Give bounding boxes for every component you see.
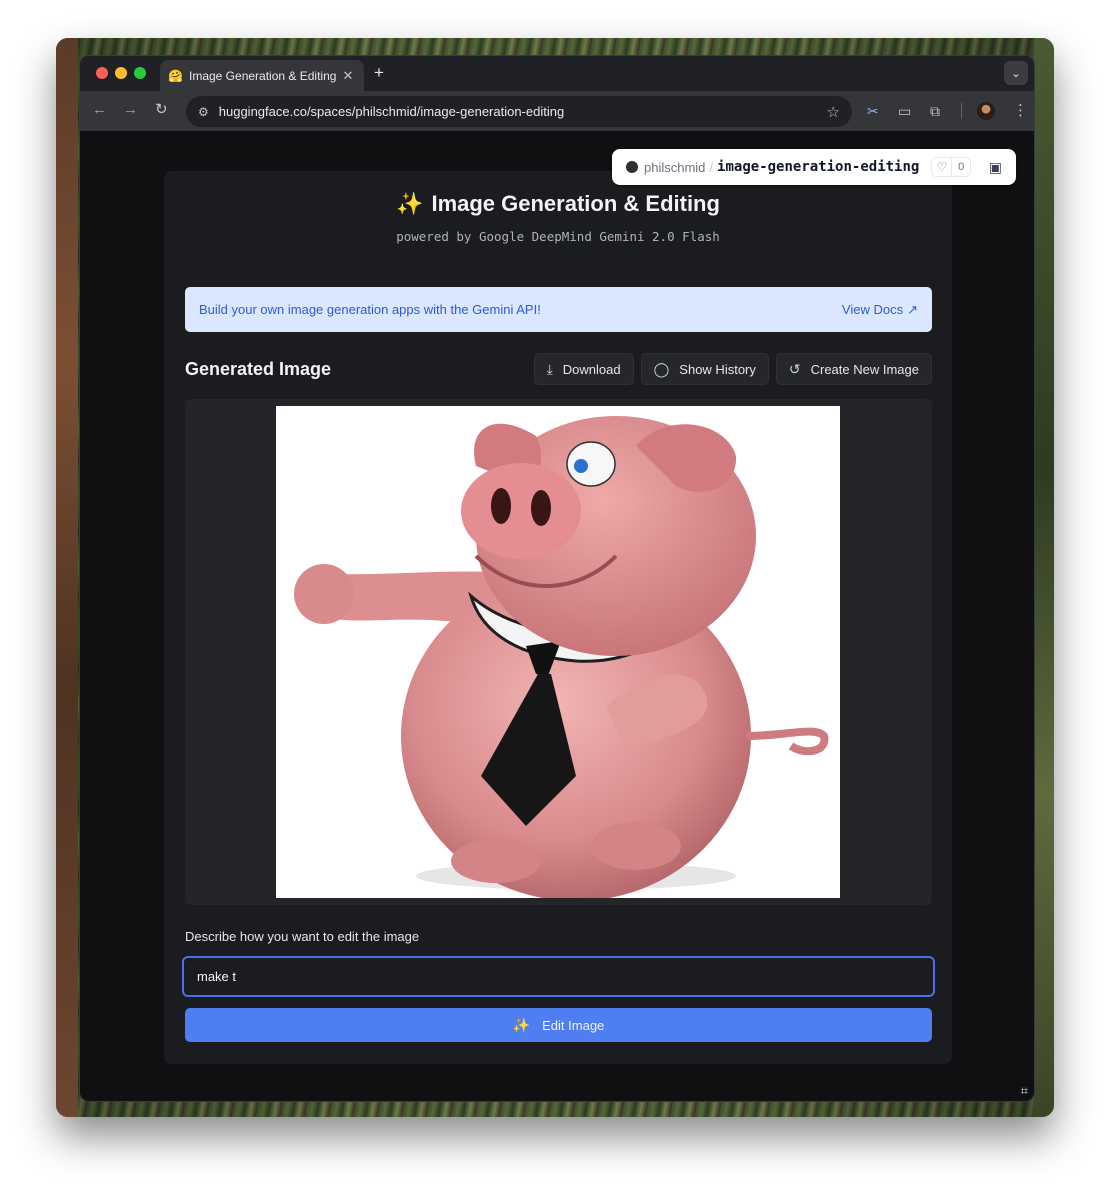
- back-arrow-icon[interactable]: ←: [92, 102, 107, 118]
- generated-image-panel: [185, 399, 932, 905]
- browser-toolbar: ← → ↻ ⚙ huggingface.co/spaces/philschmid…: [80, 91, 1034, 131]
- heart-icon: ♡: [932, 158, 953, 176]
- download-button[interactable]: ⤓ Download: [533, 353, 634, 385]
- extensions-puzzle-icon[interactable]: ⧉: [930, 103, 940, 119]
- image-actions: ⤓ Download ◯ Show History ↺ Create New I…: [533, 353, 932, 385]
- wallpaper-foliage: [1034, 38, 1054, 1117]
- show-history-label: Show History: [679, 361, 756, 377]
- chat-bubble-icon: ◯: [653, 360, 670, 377]
- like-count: 0: [958, 161, 965, 173]
- show-history-button[interactable]: ◯ Show History: [640, 353, 769, 385]
- wallpaper-tree-trunk: [56, 38, 78, 1117]
- create-new-image-button[interactable]: ↺ Create New Image: [775, 353, 932, 385]
- close-tab-icon[interactable]: ✕: [340, 68, 356, 84]
- hugging-face-icon: 🤗: [168, 68, 183, 83]
- view-docs-label: View Docs: [841, 302, 904, 317]
- new-tab-button[interactable]: +: [374, 64, 384, 82]
- cast-icon[interactable]: ▭: [898, 103, 911, 119]
- reload-icon[interactable]: ↻: [155, 102, 168, 118]
- address-bar[interactable]: ⚙ huggingface.co/spaces/philschmid/image…: [186, 96, 852, 127]
- generated-image: [276, 406, 840, 898]
- download-icon: ⤓: [546, 360, 553, 377]
- tab-strip: 🤗 Image Generation & Editing - ✕ + ⌄: [80, 56, 1034, 91]
- edit-prompt-label: Describe how you want to edit the image: [185, 929, 420, 944]
- create-new-image-label: Create New Image: [810, 361, 919, 377]
- app-card: ✨ Image Generation & Editing powered by …: [164, 171, 952, 1064]
- space-header-badge: philschmid / image-generation-editing ♡ …: [612, 149, 1016, 185]
- more-menu-icon[interactable]: ⋮: [1013, 101, 1028, 119]
- pig-illustration: [294, 416, 829, 898]
- browser-tab-active[interactable]: 🤗 Image Generation & Editing - ✕: [160, 60, 364, 91]
- view-docs-link[interactable]: View Docs ↗: [842, 302, 918, 318]
- maximize-window-button[interactable]: [134, 67, 146, 79]
- banner-text: Build your own image generation apps wit…: [199, 302, 541, 317]
- reset-icon: ↺: [788, 360, 801, 377]
- external-link-icon: ↗: [907, 301, 918, 317]
- chevron-down-icon: ⌄: [1011, 67, 1021, 80]
- close-window-button[interactable]: [96, 67, 108, 79]
- tab-search-button[interactable]: ⌄: [1004, 61, 1028, 85]
- forward-arrow-icon[interactable]: →: [123, 102, 138, 118]
- page-title: ✨ Image Generation & Editing: [164, 191, 952, 217]
- path-separator: /: [709, 159, 714, 175]
- calendar-icon[interactable]: ▣: [989, 159, 1002, 176]
- page-content: ✨ Image Generation & Editing powered by …: [80, 131, 1034, 1101]
- page-subtitle: powered by Google DeepMind Gemini 2.0 Fl…: [396, 229, 720, 244]
- edit-image-label: Edit Image: [542, 1017, 605, 1033]
- browser-window: 🤗 Image Generation & Editing - ✕ + ⌄ ← →…: [79, 55, 1035, 1102]
- space-owner-link[interactable]: philschmid: [644, 160, 705, 175]
- download-label: Download: [562, 361, 621, 377]
- url-text[interactable]: huggingface.co/spaces/philschmid/image-g…: [219, 104, 827, 119]
- section-title: Generated Image: [185, 359, 332, 379]
- profile-avatar[interactable]: [977, 102, 995, 120]
- magic-wand-icon: ✨: [512, 1016, 531, 1033]
- owner-avatar: [626, 161, 638, 173]
- toolbar-divider: [961, 103, 962, 119]
- bookmark-star-icon[interactable]: ☆: [827, 103, 840, 121]
- tab-title: Image Generation & Editing -: [189, 68, 340, 83]
- like-button[interactable]: ♡ 0: [931, 157, 972, 177]
- magic-wand-icon: ✨: [396, 191, 424, 216]
- edit-image-button[interactable]: ✨ Edit Image: [185, 1008, 932, 1042]
- minimize-window-button[interactable]: [115, 67, 127, 79]
- space-repo-link[interactable]: image-generation-editing: [717, 159, 919, 175]
- site-settings-icon[interactable]: ⚙: [198, 105, 209, 119]
- page-title-text: Image Generation & Editing: [431, 191, 720, 216]
- gemini-api-banner: Build your own image generation apps wit…: [185, 287, 932, 332]
- screenshot-tool-icon[interactable]: ⌗: [1021, 1083, 1028, 1099]
- scissors-extension-icon[interactable]: ✂: [867, 103, 879, 119]
- edit-prompt-input[interactable]: [182, 956, 935, 997]
